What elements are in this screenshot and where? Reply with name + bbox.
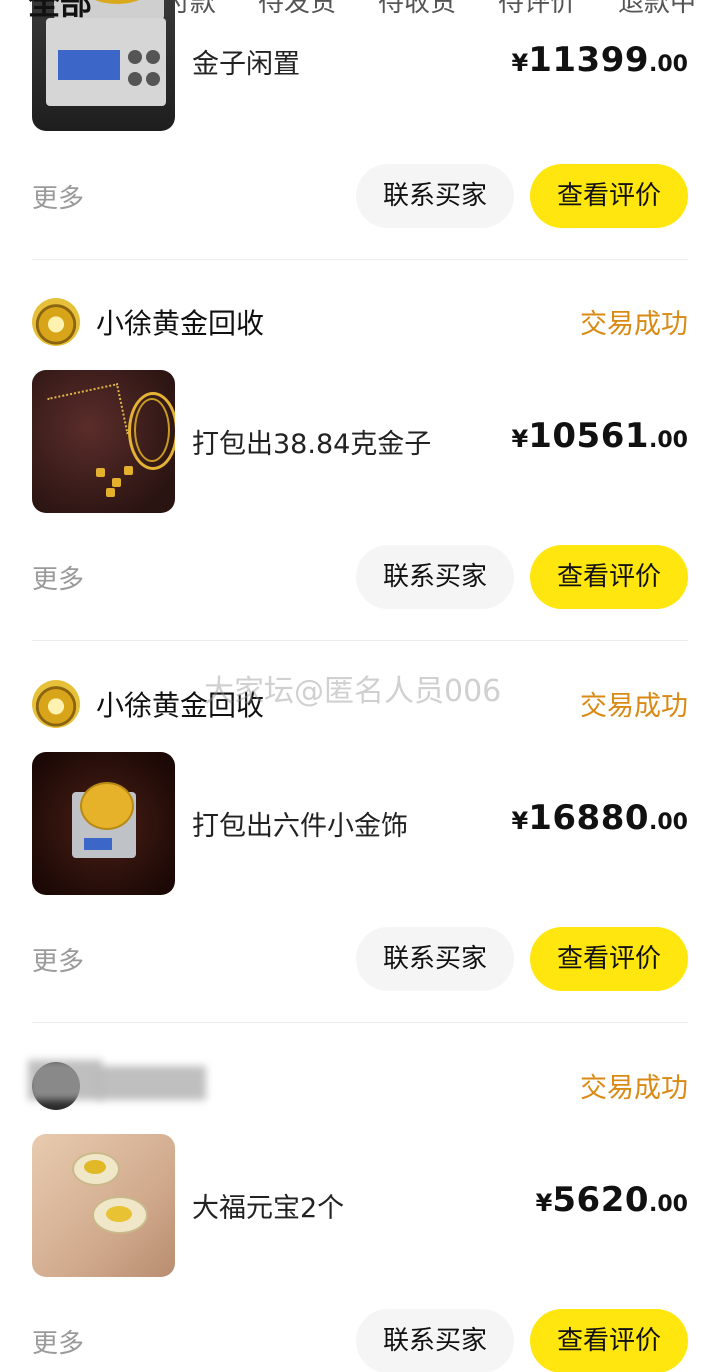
contact-buyer-button[interactable]: 联系买家	[356, 1309, 514, 1372]
order-status: 交易成功	[580, 691, 688, 722]
order-list-page: 全部 待付款 待发货 待收货 待评价 退款中 金子闲置 ¥11399.00 更多…	[0, 0, 720, 1372]
more-link[interactable]: 更多	[32, 178, 84, 215]
product-thumbnail[interactable]	[32, 370, 175, 513]
order-item[interactable]: 大福元宝2个 ¥5620.00	[32, 1134, 688, 1278]
seller-avatar[interactable]	[32, 298, 80, 346]
more-link[interactable]: 更多	[32, 941, 84, 978]
divider	[32, 1022, 688, 1023]
contact-buyer-button[interactable]: 联系买家	[356, 164, 514, 228]
privacy-blur	[28, 1060, 102, 1100]
seller-row[interactable]: 小徐黄金回收 交易成功	[32, 678, 688, 730]
product-title: 打包出六件小金饰	[192, 811, 408, 842]
order-status: 交易成功	[580, 1073, 688, 1104]
order-actions: 更多 联系买家 查看评价	[32, 545, 688, 609]
contact-buyer-button[interactable]: 联系买家	[356, 545, 514, 609]
view-review-button[interactable]: 查看评价	[530, 927, 688, 991]
product-thumbnail[interactable]	[32, 752, 175, 895]
view-review-button[interactable]: 查看评价	[530, 1309, 688, 1372]
order-item[interactable]: 金子闲置 ¥11399.00	[32, 0, 688, 132]
product-price: ¥5620.00	[535, 1180, 688, 1220]
order-item[interactable]: 打包出38.84克金子 ¥10561.00	[32, 370, 688, 514]
divider	[32, 640, 688, 641]
divider	[32, 259, 688, 260]
product-price: ¥16880.00	[511, 798, 688, 838]
product-title: 大福元宝2个	[192, 1193, 345, 1224]
seller-row[interactable]: 小徐黄金回收 交易成功	[32, 296, 688, 348]
product-price: ¥11399.00	[511, 40, 688, 80]
seller-avatar[interactable]	[32, 680, 80, 728]
order-actions: 更多 联系买家 查看评价	[32, 1309, 688, 1372]
product-thumbnail[interactable]	[32, 1134, 175, 1277]
tab-all[interactable]: 全部	[28, 0, 93, 20]
seller-name: 小徐黄金回收	[96, 307, 265, 340]
order-card: 小徐黄金回收 交易成功 打包出六件小金饰 ¥16880.00 更多 联系买家 查…	[32, 678, 688, 1024]
order-card: 金子闲置 ¥11399.00 更多 联系买家 查看评价	[32, 0, 688, 260]
more-link[interactable]: 更多	[32, 1323, 84, 1360]
order-card: 小徐黄金回收 交易成功 打包出38.84克金子 ¥10561.00 更多 联系买…	[32, 296, 688, 642]
view-review-button[interactable]: 查看评价	[530, 164, 688, 228]
view-review-button[interactable]: 查看评价	[530, 545, 688, 609]
privacy-blur	[98, 1066, 206, 1100]
seller-name: 小徐黄金回收	[96, 689, 265, 722]
product-title: 打包出38.84克金子	[192, 429, 432, 460]
order-card: 交易成功 大福元宝2个 ¥5620.00 更多 联系买家 查看评价	[28, 1060, 688, 1372]
more-link[interactable]: 更多	[32, 559, 84, 596]
seller-row[interactable]: 交易成功	[28, 1060, 688, 1112]
order-actions: 更多 联系买家 查看评价	[32, 927, 688, 991]
order-status: 交易成功	[580, 309, 688, 340]
contact-buyer-button[interactable]: 联系买家	[356, 927, 514, 991]
order-item[interactable]: 打包出六件小金饰 ¥16880.00	[32, 752, 688, 896]
product-price: ¥10561.00	[511, 416, 688, 456]
order-actions: 更多 联系买家 查看评价	[32, 164, 688, 228]
product-title: 金子闲置	[192, 49, 300, 80]
